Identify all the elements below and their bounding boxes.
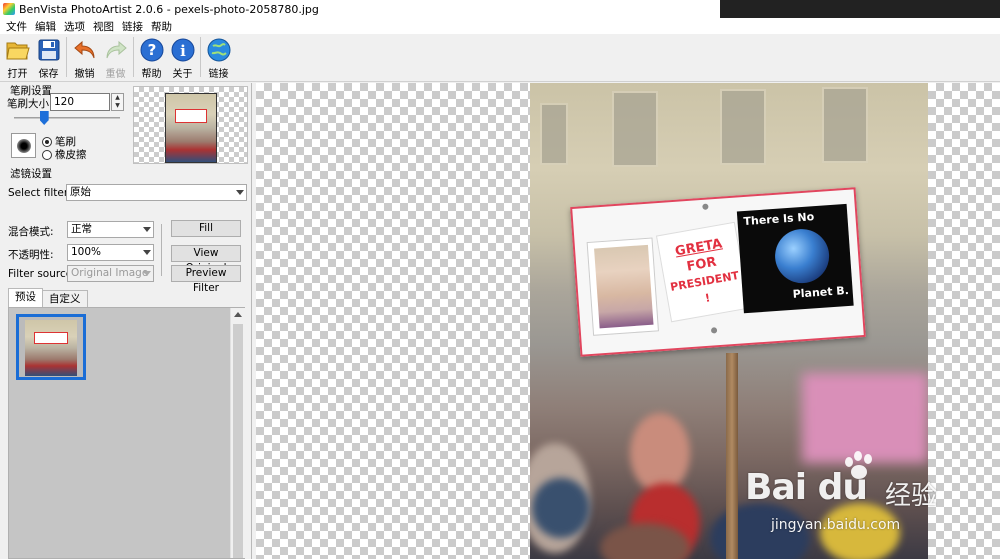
toolbar-separator (133, 37, 134, 77)
tab-custom[interactable]: 自定义 (42, 290, 88, 307)
preset-tabs: 预设 自定义 (8, 288, 88, 307)
watermark-logo: Bai du (745, 467, 868, 508)
undo-label: 撤销 (74, 69, 95, 80)
info-icon: i (171, 38, 195, 62)
sign-planet-b: Planet B. (792, 283, 850, 301)
sign-greta-text: GRETA FOR PRESIDENT ! (655, 221, 750, 323)
preset-scrollbar[interactable] (230, 308, 245, 558)
protest-sign: GRETA FOR PRESIDENT ! There Is No Planet… (570, 187, 866, 357)
select-filter-label: Select filter: (8, 187, 72, 199)
question-mark-icon: ? (140, 38, 164, 62)
preset-list (8, 307, 245, 559)
navigator-thumbnail[interactable] (133, 86, 248, 164)
preset-item[interactable] (16, 314, 86, 380)
filter-source-value: Original Image (71, 267, 149, 279)
earth-icon (773, 227, 831, 285)
redo-button[interactable]: 重做 (100, 34, 131, 80)
brush-size-label: 笔刷大小: (7, 98, 53, 110)
brush-size-input[interactable]: 120 (50, 93, 110, 111)
chevron-down-icon (143, 227, 151, 232)
menu-link[interactable]: 链接 (120, 19, 149, 34)
filter-source-select: Original Image (67, 265, 154, 282)
save-label: 保存 (38, 69, 59, 80)
background-banner (802, 373, 928, 463)
help-button[interactable]: ? 帮助 (136, 34, 167, 80)
open-label: 打开 (7, 69, 28, 80)
blend-mode-value: 正常 (71, 223, 92, 235)
opacity-select[interactable]: 100% (67, 244, 154, 261)
scroll-up-icon[interactable] (234, 312, 242, 317)
opacity-label: 不透明性: (8, 249, 54, 261)
brush-preview (11, 133, 36, 158)
sign-there-is-no: There Is No (743, 210, 815, 229)
settings-panel: 笔刷设置 笔刷大小: 120 ▲ ▼ 笔刷 橡皮擦 滤镜设置 Select fi… (0, 83, 252, 559)
sign-portrait (586, 237, 659, 336)
window-title: BenVista PhotoArtist 2.0.6 - pexels-phot… (19, 2, 319, 16)
watermark-url: jingyan.baidu.com (771, 517, 901, 533)
opacity-value: 100% (71, 246, 102, 258)
svg-text:?: ? (147, 41, 156, 59)
title-bar-dark-strip (720, 0, 1000, 18)
title-bar: BenVista PhotoArtist 2.0.6 - pexels-phot… (0, 0, 1000, 18)
menu-edit[interactable]: 编辑 (33, 19, 62, 34)
menu-help[interactable]: 帮助 (149, 19, 178, 34)
help-label: 帮助 (141, 69, 162, 80)
undo-icon (73, 38, 97, 62)
link-label: 链接 (208, 69, 229, 80)
save-button[interactable]: 保存 (33, 34, 64, 80)
preview-filter-button[interactable]: Preview Filter (171, 265, 241, 294)
spin-down-icon[interactable]: ▼ (112, 102, 123, 110)
menu-view[interactable]: 视图 (91, 19, 120, 34)
brush-dot-icon (16, 138, 31, 153)
watermark-sub: 经验 (885, 481, 938, 511)
scrollbar-thumb[interactable] (233, 324, 243, 558)
floppy-disk-icon (37, 38, 61, 62)
blend-mode-label: 混合模式: (8, 226, 54, 238)
globe-icon (207, 38, 231, 62)
about-button[interactable]: i 关于 (167, 34, 198, 80)
filter-source-label: Filter source: (8, 268, 76, 280)
redo-label: 重做 (105, 69, 126, 80)
about-label: 关于 (172, 69, 193, 80)
navigator-image (165, 93, 217, 163)
menu-options[interactable]: 选项 (62, 19, 91, 34)
brush-size-slider[interactable] (14, 117, 120, 119)
svg-text:i: i (180, 42, 186, 60)
chevron-down-icon (143, 250, 151, 255)
fill-button[interactable]: Fill (171, 220, 241, 237)
radio-brush[interactable] (42, 136, 52, 147)
filter-settings-title: 滤镜设置 (10, 168, 52, 180)
blend-mode-select[interactable]: 正常 (67, 221, 154, 238)
chevron-down-icon (143, 271, 151, 276)
app-icon (3, 3, 15, 15)
filter-select-value: 原始 (70, 186, 91, 198)
redo-icon (104, 38, 128, 62)
eraser-mode-radio[interactable]: 橡皮擦 (42, 147, 87, 162)
radio-eraser-label: 橡皮擦 (55, 149, 87, 161)
view-original-button[interactable]: View Original (171, 245, 241, 274)
open-button[interactable]: 打开 (2, 34, 33, 80)
baidu-watermark: Bai du 经验 jingyan.baidu.com (745, 451, 995, 555)
link-button[interactable]: 链接 (203, 34, 234, 80)
toolbar-separator (66, 37, 67, 77)
brush-size-spinner[interactable]: ▲ ▼ (111, 93, 124, 111)
filter-select[interactable]: 原始 (66, 184, 247, 201)
chevron-down-icon (236, 190, 244, 195)
menu-bar: 文件 编辑 选项 视图 链接 帮助 (0, 18, 1000, 34)
spin-up-icon[interactable]: ▲ (112, 94, 123, 102)
brush-size-slider-thumb[interactable] (39, 111, 49, 125)
toolbar-separator (200, 37, 201, 77)
toolbar: 打开 保存 撤销 重做 ? 帮助 i 关于 链接 (0, 34, 1000, 82)
preset-image (25, 320, 77, 376)
folder-open-icon (5, 38, 30, 62)
menu-file[interactable]: 文件 (4, 19, 33, 34)
sign-stick (726, 353, 738, 559)
undo-button[interactable]: 撤销 (69, 34, 100, 80)
radio-eraser[interactable] (42, 149, 52, 160)
tab-preset[interactable]: 预设 (8, 288, 43, 307)
filter-divider (161, 224, 162, 276)
sign-earth-panel: There Is No Planet B. (736, 203, 854, 314)
